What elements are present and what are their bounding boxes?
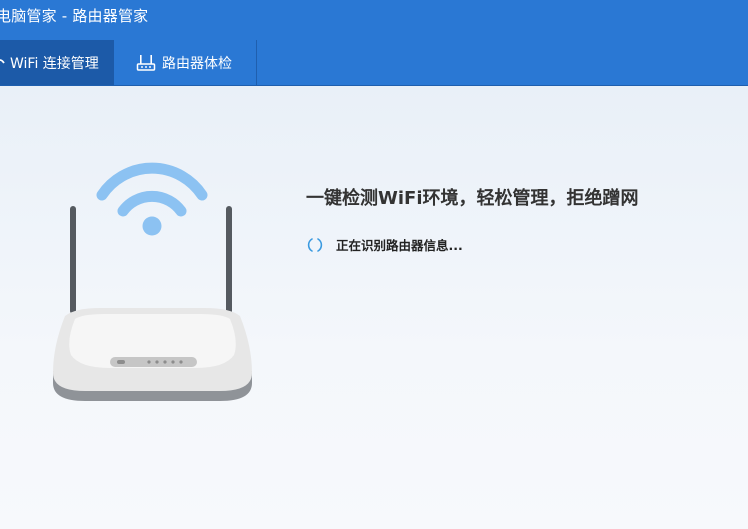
tab-label-wifi: WiFi 连接管理 [10, 55, 99, 72]
headline: 一键检测WiFi环境，轻松管理，拒绝蹭网 [306, 188, 639, 209]
window-title: 电脑管家 - 路由器管家 [0, 7, 149, 25]
router-body [53, 308, 252, 401]
tab-wifi-connection[interactable]: WiFi 连接管理 [0, 40, 114, 85]
router-illustration [53, 162, 252, 401]
wifi-signal-icon [96, 162, 208, 236]
status-line: 正在识别路由器信息... [306, 235, 463, 254]
tab-label-router: 路由器体检 [162, 55, 232, 72]
loading-spinner-icon [307, 237, 323, 252]
title-bar: 电脑管家 - 路由器管家 [0, 0, 748, 40]
router-icon [136, 53, 156, 73]
tab-router-checkup[interactable]: 路由器体检 [114, 40, 257, 85]
status-text: 正在识别路由器信息... [336, 238, 463, 253]
tab-bar: WiFi 连接管理 路由器体检 [0, 40, 748, 86]
main-content: 一键检测WiFi环境，轻松管理，拒绝蹭网 正在识别路由器信息... [0, 86, 748, 529]
wifi-icon [0, 59, 5, 64]
